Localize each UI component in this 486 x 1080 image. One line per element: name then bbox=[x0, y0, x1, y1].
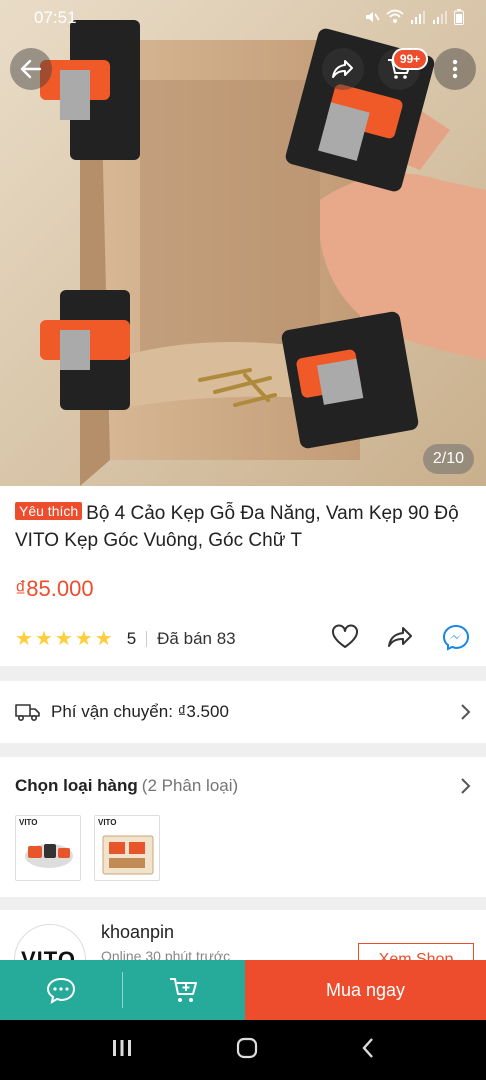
product-image-gallery[interactable]: 07:51 99+ 2/10 bbox=[0, 0, 486, 486]
home-icon bbox=[236, 1037, 258, 1058]
mute-icon bbox=[364, 9, 380, 28]
bar-divider bbox=[122, 960, 123, 1020]
chat-icon bbox=[46, 977, 76, 1005]
system-back-button[interactable] bbox=[361, 1037, 375, 1064]
bottom-action-bar: Mua ngay bbox=[0, 960, 486, 1020]
messenger-icon bbox=[442, 624, 470, 651]
heart-icon bbox=[332, 624, 358, 648]
thumb-brand: VITO bbox=[19, 818, 38, 827]
signal-2-icon bbox=[432, 9, 448, 28]
thumb-brand: VITO bbox=[98, 818, 117, 827]
chat-button[interactable] bbox=[0, 960, 122, 1020]
add-to-cart-button[interactable] bbox=[123, 960, 245, 1020]
battery-icon bbox=[454, 8, 464, 28]
arrow-left-icon bbox=[20, 59, 42, 79]
variants-header[interactable]: Chọn loại hàng (2 Phân loại) bbox=[15, 757, 471, 815]
chevron-right-icon bbox=[461, 704, 471, 720]
star-icon: ★ bbox=[74, 628, 93, 650]
share-product-button[interactable] bbox=[385, 624, 415, 655]
messenger-share-button[interactable] bbox=[441, 623, 471, 656]
variants-count: (2 Phân loại) bbox=[141, 776, 239, 795]
favorite-tag: Yêu thích bbox=[15, 502, 83, 520]
variants-section: Chọn loại hàng (2 Phân loại) VITO VITO bbox=[0, 757, 486, 897]
more-vertical-icon bbox=[452, 59, 458, 79]
product-info: Yêu thích Bộ 4 Cảo Kẹp Gỗ Đa Năng, Vam Kẹ… bbox=[0, 486, 486, 666]
variant-thumb-1[interactable]: VITO bbox=[15, 815, 81, 881]
status-bar: 07:51 bbox=[0, 0, 486, 36]
clamp-bottom-right bbox=[281, 311, 419, 449]
chevron-right-icon bbox=[461, 778, 471, 794]
home-button[interactable] bbox=[236, 1037, 258, 1064]
status-time: 07:51 bbox=[34, 8, 77, 27]
recent-apps-button[interactable] bbox=[111, 1038, 133, 1063]
shipping-row[interactable]: Phí vận chuyển: ₫3.500 bbox=[0, 681, 486, 743]
shipping-fee: Phí vận chuyển: ₫3.500 bbox=[51, 702, 229, 721]
variant-thumb-2[interactable]: VITO bbox=[94, 815, 160, 881]
buy-now-button[interactable]: Mua ngay bbox=[245, 960, 486, 1020]
truck-icon bbox=[15, 704, 40, 722]
cart-add-icon bbox=[170, 978, 197, 1002]
signal-icon bbox=[410, 9, 426, 28]
rating-row: ★ ★ ★ ★ ★ 5 Đã bán 83 bbox=[15, 624, 471, 654]
product-title-block: Yêu thích Bộ 4 Cảo Kẹp Gỗ Đa Năng, Vam Kẹ… bbox=[15, 500, 471, 554]
cart-badge: 99+ bbox=[392, 48, 428, 70]
image-counter: 2/10 bbox=[422, 444, 474, 474]
star-icon: ★ bbox=[54, 628, 73, 650]
star-icon: ★ bbox=[94, 628, 113, 650]
rating-stars: ★ ★ ★ ★ ★ bbox=[15, 629, 113, 649]
product-price: ₫85.000 bbox=[15, 576, 94, 601]
shop-name[interactable]: khoanpin bbox=[101, 922, 174, 943]
like-button[interactable] bbox=[331, 624, 359, 655]
more-options-button[interactable] bbox=[434, 48, 476, 90]
chevron-left-icon bbox=[362, 1037, 373, 1058]
share-icon bbox=[332, 60, 353, 78]
product-actions bbox=[331, 623, 471, 656]
divider bbox=[146, 631, 148, 647]
recents-icon bbox=[113, 1039, 132, 1056]
status-icons bbox=[364, 8, 464, 28]
share-button[interactable] bbox=[322, 48, 364, 90]
sold-count: Đã bán 83 bbox=[157, 629, 236, 648]
system-nav-bar bbox=[0, 1020, 486, 1080]
variant-thumbnails: VITO VITO bbox=[15, 815, 471, 881]
star-icon: ★ bbox=[34, 628, 53, 650]
star-icon: ★ bbox=[15, 628, 33, 650]
variants-title: Chọn loại hàng bbox=[15, 776, 138, 795]
rating-value: 5 bbox=[126, 629, 137, 648]
back-button[interactable] bbox=[10, 48, 52, 90]
wifi-icon bbox=[386, 9, 404, 28]
share-icon bbox=[388, 626, 412, 647]
